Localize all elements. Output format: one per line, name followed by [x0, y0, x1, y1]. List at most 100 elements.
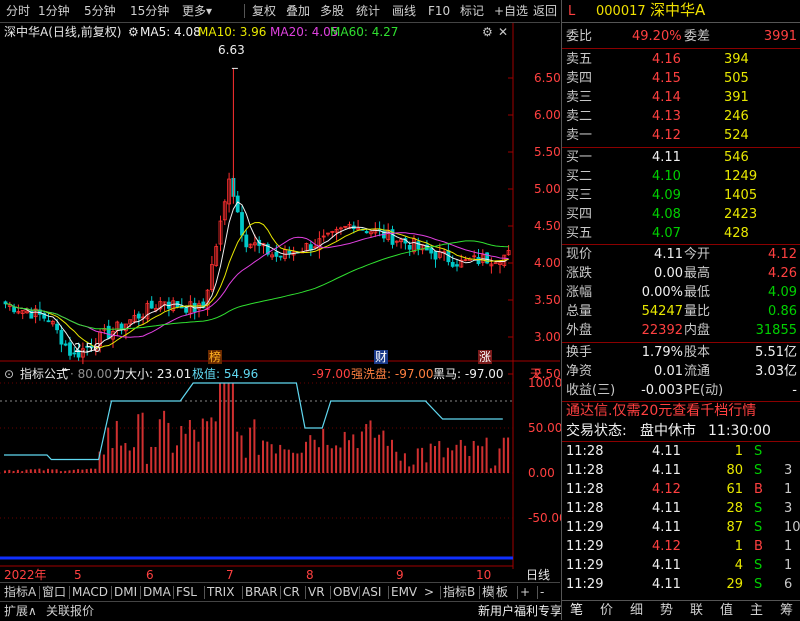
buy-price: 4.07 — [652, 226, 681, 241]
indicator-tab[interactable]: 指标A — [4, 585, 36, 599]
more-periods-button[interactable]: 更多▾ — [182, 3, 212, 19]
tick-volume: 28 — [726, 501, 743, 516]
price-tick-label: 6.50 — [534, 71, 561, 85]
restore-rights-button[interactable]: 复权 — [252, 3, 276, 19]
indicator-bar — [236, 431, 239, 473]
panel-tab[interactable]: 细 — [630, 603, 643, 619]
kline-chart[interactable] — [0, 23, 560, 569]
indicator-bar — [81, 469, 84, 473]
indicator-bar — [85, 469, 88, 473]
new-user-welfare-link[interactable]: 新用户福利专享 — [478, 604, 562, 618]
back-button[interactable]: 返回 — [533, 3, 557, 19]
statistics-button[interactable]: 统计 — [356, 3, 380, 19]
promo-link[interactable]: 通达信.仅需20元查看千档行情 — [566, 404, 756, 419]
panel-tab[interactable]: 值 — [720, 603, 733, 619]
indicator-bar — [266, 441, 269, 473]
indicator-tab[interactable]: - — [540, 585, 544, 599]
chart-settings-icon[interactable]: ⚙ — [482, 25, 493, 39]
indicator-bar — [305, 441, 307, 473]
panel-tab[interactable]: 筹 — [780, 603, 793, 619]
quote-label: 现价 — [566, 247, 593, 262]
tick-side: S — [754, 444, 763, 459]
buy-volume: 1249 — [724, 169, 758, 184]
period-minute-button[interactable]: 分时 — [6, 3, 30, 19]
panel-tab[interactable]: 价 — [600, 603, 613, 619]
indicator-tab[interactable]: + — [520, 585, 530, 599]
panel-tab[interactable]: 势 — [660, 603, 673, 619]
buy-level-row: 买四 4.08 2423 — [562, 205, 800, 224]
settings-icon[interactable]: ⚙ — [128, 25, 139, 39]
indicator-tab[interactable]: OBV — [333, 585, 359, 599]
rise-marker[interactable]: 涨 — [478, 350, 493, 364]
indicator-bar — [257, 454, 260, 473]
month-label: 6 — [146, 568, 154, 582]
indicator-bar — [360, 431, 363, 473]
f10-button[interactable]: F10 — [428, 3, 450, 19]
period-15min-button[interactable]: 15分钟 — [130, 3, 169, 19]
overlay-button[interactable]: 叠加 — [286, 3, 310, 19]
indicator-bar — [145, 463, 148, 473]
indicator-bar — [270, 444, 273, 473]
indicator-tab[interactable]: MACD — [72, 585, 108, 599]
indicator-bar — [188, 419, 191, 473]
formula-expand-icon[interactable]: ⊙ — [4, 367, 14, 381]
indicator-tab[interactable]: FSL — [176, 585, 197, 599]
indicator-tab[interactable]: 指标B — [443, 585, 475, 599]
indicator-bar — [12, 470, 15, 473]
promo-row[interactable]: 通达信.仅需20元查看千档行情 — [562, 402, 800, 421]
related-quote-button[interactable]: 关联报价 — [46, 604, 94, 618]
candle-body — [278, 255, 283, 258]
ma5-value: MA5: 4.08 — [140, 25, 201, 39]
indicator-bar — [365, 424, 368, 473]
candle-body — [429, 247, 434, 254]
indicator-bar — [274, 453, 277, 473]
expand-button[interactable]: 扩展∧ — [4, 604, 37, 618]
indicator-tab[interactable]: 窗口 — [42, 585, 66, 599]
formula-label[interactable]: 指标公式 — [20, 367, 68, 381]
indicator-tab[interactable]: EMV — [391, 585, 417, 599]
panel-tab[interactable]: 笔 — [570, 603, 583, 619]
buy-level-label: 买一 — [566, 150, 593, 165]
tick-count: 1 — [784, 539, 793, 554]
indicator-bar — [21, 471, 24, 473]
indicator-tab[interactable]: ASI — [362, 585, 381, 599]
period-label[interactable]: 日线 — [526, 568, 550, 582]
indicator-tab[interactable]: TRIX — [207, 585, 234, 599]
indicator-tab[interactable]: BRAR — [245, 585, 278, 599]
period-5min-button[interactable]: 5分钟 — [84, 3, 116, 19]
indicator-tab[interactable]: VR — [308, 585, 325, 599]
candle-body — [240, 212, 244, 236]
indicator-bar — [231, 383, 234, 473]
candle-body — [476, 256, 481, 265]
indicator-tab[interactable]: DMI — [114, 585, 137, 599]
close-icon[interactable]: ✕ — [498, 25, 508, 39]
add-watchlist-button[interactable]: +自选 — [494, 3, 528, 19]
period-1min-button[interactable]: 1分钟 — [38, 3, 70, 19]
buy-level-label: 买四 — [566, 207, 593, 222]
stock-name: 深中华A — [650, 1, 706, 19]
indicator-tab[interactable]: DMA — [143, 585, 171, 599]
indicator-bar — [335, 445, 338, 473]
extreme-value: 极值: 54.96 — [192, 367, 259, 381]
sell-level-row: 卖二 4.13 246 — [562, 107, 800, 126]
indicator-bar — [38, 468, 41, 473]
indicator-tab[interactable]: 板 — [496, 585, 508, 599]
panel-tab[interactable]: 联 — [690, 603, 703, 619]
indicator-bar — [244, 457, 247, 473]
rank-marker[interactable]: 榜 — [208, 350, 223, 364]
tab-divider — [359, 586, 360, 599]
draw-line-button[interactable]: 画线 — [392, 3, 416, 19]
tick-volume: 1 — [734, 539, 743, 554]
panel-tab[interactable]: 主 — [750, 603, 763, 619]
quote-label: 涨跌 — [566, 266, 593, 281]
buy-level-row: 买五 4.07 428 — [562, 224, 800, 243]
indicator-bar — [59, 471, 62, 473]
indicator-bar — [455, 444, 458, 473]
mark-button[interactable]: 标记 — [460, 3, 484, 19]
finance-marker[interactable]: 财 — [374, 350, 389, 364]
tab-scroll-arrow-icon[interactable]: > — [424, 585, 434, 599]
indicator-tab[interactable]: CR — [283, 585, 300, 599]
multi-stock-button[interactable]: 多股 — [320, 3, 344, 19]
buy-level-row: 买二 4.10 1249 — [562, 167, 800, 186]
indicator-bar — [477, 445, 479, 473]
